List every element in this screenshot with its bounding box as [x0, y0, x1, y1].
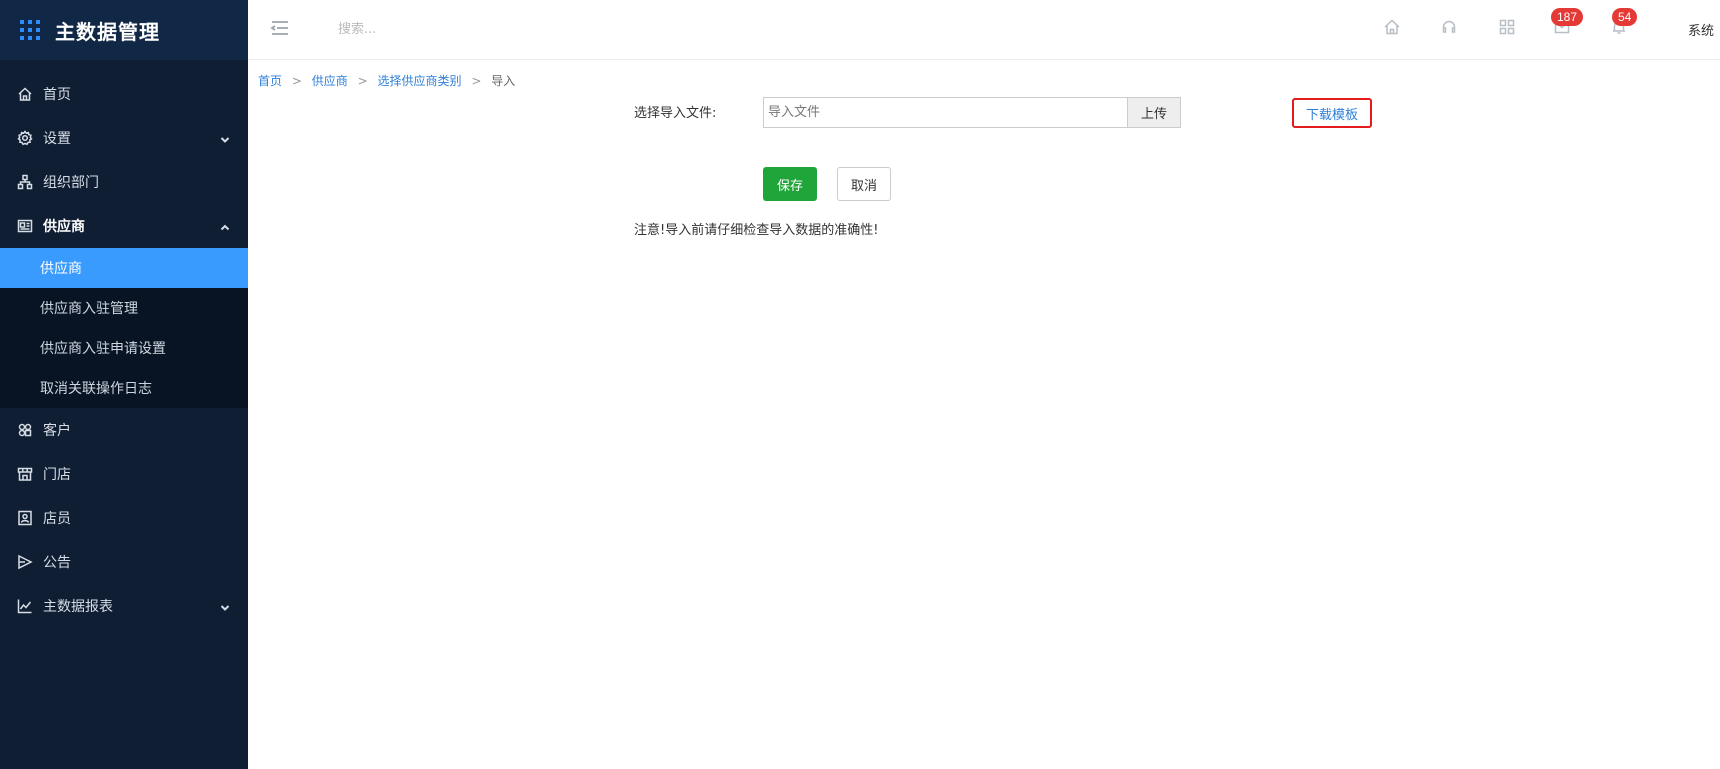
import-file-input[interactable] [764, 98, 1127, 127]
sidebar-item-org[interactable]: 组织部门 [0, 160, 248, 204]
breadcrumb-category[interactable]: 选择供应商类别 [377, 74, 461, 88]
sidebar-item-store[interactable]: 门店 [0, 452, 248, 496]
home-icon [17, 86, 33, 102]
brand[interactable]: 主数据管理 [0, 0, 248, 60]
supplier-submenu: 供应商 供应商入驻管理 供应商入驻申请设置 取消关联操作日志 [0, 248, 248, 408]
file-picker: 上传 [763, 97, 1181, 128]
search-input[interactable] [338, 17, 638, 41]
breadcrumb-current: 导入 [491, 74, 516, 88]
sidebar-subitem-onboarding-settings[interactable]: 供应商入驻申请设置 [0, 328, 248, 368]
breadcrumb-separator: > [357, 74, 368, 88]
bell-badge: 54 [1612, 8, 1638, 26]
breadcrumb-separator: > [471, 74, 482, 88]
supplier-icon [17, 218, 33, 234]
upload-button[interactable]: 上传 [1127, 98, 1180, 127]
gear-icon [17, 130, 33, 146]
app-title: 主数据管理 [55, 19, 160, 44]
sidebar-item-label: 供应商 [43, 219, 85, 235]
sidebar-item-label: 设置 [43, 131, 71, 147]
apps-icon[interactable] [1498, 18, 1516, 36]
sidebar-item-customer[interactable]: 客户 [0, 408, 248, 452]
user-menu[interactable]: 系统 [1688, 20, 1714, 39]
chevron-up-icon [220, 221, 230, 231]
mail-icon[interactable]: 187 [1551, 8, 1584, 36]
save-button[interactable]: 保存 [763, 167, 817, 201]
sidebar-item-label: 客户 [43, 423, 71, 439]
download-template-link[interactable]: 下载模板 [1292, 98, 1372, 128]
main-content: 首页 > 供应商 > 选择供应商类别 > 导入 选择导入文件: 上传 下载模板 … [248, 60, 1720, 769]
mail-badge: 187 [1551, 8, 1584, 26]
sidebar-subitem-unlink-log[interactable]: 取消关联操作日志 [0, 368, 248, 408]
sidebar: 主数据管理 首页 设置 组织部门 供应商 供应商 供应商入驻管理 供应商入驻申请… [0, 0, 248, 769]
import-notice: 注意!导入前请仔细检查导入数据的准确性! [634, 223, 879, 238]
org-icon [17, 174, 33, 190]
sidebar-item-reports[interactable]: 主数据报表 [0, 584, 248, 628]
sidebar-item-label: 首页 [43, 87, 71, 103]
sidebar-item-label: 公告 [43, 555, 71, 571]
sidebar-item-label: 门店 [43, 467, 71, 483]
topbar: 187 54 系统 [248, 0, 1720, 60]
sidebar-item-label: 主数据报表 [43, 599, 113, 615]
customer-icon [17, 422, 33, 438]
sidebar-item-home[interactable]: 首页 [0, 72, 248, 116]
sidebar-item-supplier[interactable]: 供应商 [0, 204, 248, 248]
sidebar-subitem-supplier-onboarding[interactable]: 供应商入驻管理 [0, 288, 248, 328]
breadcrumb-supplier[interactable]: 供应商 [312, 74, 348, 88]
bell-icon[interactable]: 54 [1610, 8, 1638, 36]
sidebar-subitem-supplier[interactable]: 供应商 [0, 248, 248, 288]
home-icon[interactable] [1383, 18, 1401, 36]
sidebar-item-settings[interactable]: 设置 [0, 116, 248, 160]
breadcrumb-home[interactable]: 首页 [258, 74, 282, 88]
import-file-label: 选择导入文件: [634, 106, 717, 121]
headset-icon[interactable] [1440, 18, 1458, 36]
apps-grid-icon [20, 20, 40, 40]
cancel-button[interactable]: 取消 [837, 167, 891, 201]
sidebar-item-announcement[interactable]: 公告 [0, 540, 248, 584]
breadcrumb: 首页 > 供应商 > 选择供应商类别 > 导入 [258, 72, 515, 89]
breadcrumb-separator: > [291, 74, 302, 88]
sidebar-nav: 首页 设置 组织部门 供应商 供应商 供应商入驻管理 供应商入驻申请设置 取消关… [0, 72, 248, 628]
announcement-icon [17, 554, 33, 570]
sidebar-item-label: 店员 [43, 511, 71, 527]
sidebar-item-staff[interactable]: 店员 [0, 496, 248, 540]
menu-toggle-icon[interactable] [270, 18, 290, 38]
chart-icon [17, 598, 33, 614]
chevron-down-icon [220, 133, 230, 143]
store-icon [17, 466, 33, 482]
staff-icon [17, 510, 33, 526]
sidebar-item-label: 组织部门 [43, 175, 99, 191]
chevron-down-icon [220, 601, 230, 611]
